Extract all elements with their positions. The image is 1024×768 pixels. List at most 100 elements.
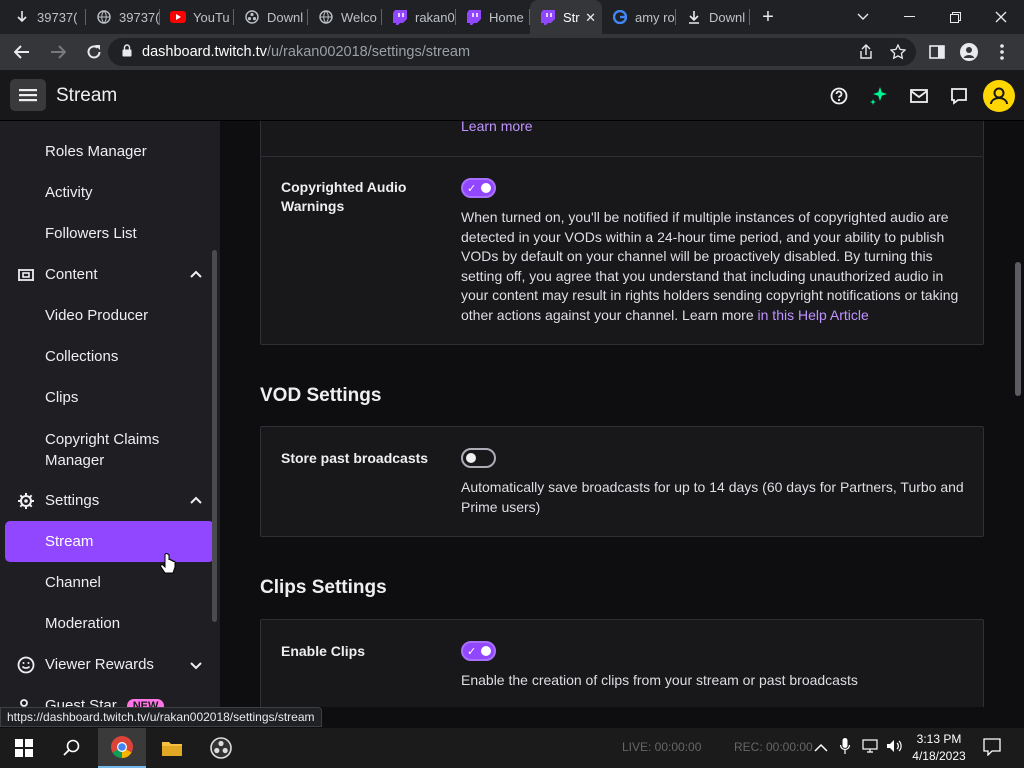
main-scrollbar[interactable] bbox=[1015, 262, 1021, 396]
browser-menu-icon[interactable] bbox=[986, 34, 1018, 70]
sidebar-item-roles-manager[interactable]: Roles Manager bbox=[5, 131, 214, 172]
hamburger-menu-button[interactable] bbox=[10, 79, 46, 111]
show-hidden-icons-icon[interactable] bbox=[814, 740, 828, 758]
sparkle-icon[interactable] bbox=[866, 83, 892, 109]
sidebar-item-video-producer[interactable]: Video Producer bbox=[5, 295, 214, 336]
browser-tab-active[interactable]: Str ✕ bbox=[530, 0, 602, 34]
lock-icon bbox=[122, 43, 132, 61]
browser-tab[interactable]: Welco bbox=[308, 0, 382, 34]
new-tab-button[interactable]: + bbox=[750, 0, 786, 34]
sidebar-item-label: Activity bbox=[45, 184, 93, 201]
browser-tab[interactable]: rakan0 bbox=[382, 0, 456, 34]
sidebar-item-stream[interactable]: Stream bbox=[5, 521, 214, 562]
sidebar-section-viewer-rewards[interactable]: Viewer Rewards bbox=[5, 644, 214, 685]
reload-button[interactable] bbox=[78, 36, 110, 68]
sidebar-item-copyright-claims-manager[interactable]: Copyright Claims Manager bbox=[5, 425, 165, 475]
chrome-taskbar-icon[interactable] bbox=[98, 728, 146, 768]
clips-settings-heading: Clips Settings bbox=[260, 577, 387, 598]
notification-center-icon[interactable] bbox=[983, 738, 1001, 761]
tab-label: Downl bbox=[709, 9, 746, 25]
settings-main: Learn more Copyrighted Audio Warnings ✓ … bbox=[220, 121, 1024, 707]
address-bar[interactable]: dashboard.twitch.tv/u/rakan002018/settin… bbox=[108, 38, 916, 66]
learn-more-link[interactable]: Learn more bbox=[461, 121, 533, 134]
setting-description: Automatically save broadcasts for up to … bbox=[461, 479, 964, 515]
minimize-button[interactable] bbox=[886, 0, 932, 34]
settings-card-enable-clips: Enable Clips ✓ Enable the creation of cl… bbox=[260, 619, 984, 707]
google-icon bbox=[612, 9, 628, 25]
check-icon: ✓ bbox=[467, 183, 477, 195]
search-icon[interactable] bbox=[48, 728, 96, 768]
sidebar-item-clips[interactable]: Clips bbox=[5, 377, 214, 418]
sidebar-item-moderation[interactable]: Moderation bbox=[5, 603, 214, 644]
sidebar-item-label: Stream bbox=[45, 533, 94, 550]
inbox-icon[interactable] bbox=[906, 83, 932, 109]
browser-tab[interactable]: Downl bbox=[234, 0, 308, 34]
setting-label: Store past broadcasts bbox=[281, 450, 429, 466]
tab-label: Downl bbox=[267, 9, 304, 25]
sidebar-section-label: Viewer Rewards bbox=[45, 656, 154, 673]
volume-icon[interactable] bbox=[886, 739, 904, 758]
clock-time: 3:13 PM bbox=[916, 732, 962, 746]
file-explorer-icon[interactable] bbox=[148, 728, 196, 768]
toggle-knob bbox=[466, 453, 476, 463]
globe-icon bbox=[318, 9, 334, 25]
profile-icon[interactable] bbox=[953, 34, 985, 70]
browser-tab[interactable]: 39737( bbox=[86, 0, 160, 34]
sidebar-item-collections[interactable]: Collections bbox=[5, 336, 214, 377]
microphone-icon[interactable] bbox=[839, 738, 851, 759]
tab-label: 39737( bbox=[37, 9, 77, 25]
sidebar-item-channel[interactable]: Channel bbox=[5, 562, 214, 603]
sidebar-section-label: Guest Star bbox=[45, 697, 117, 707]
download-arrow-icon bbox=[14, 9, 30, 25]
obs-live-status: LIVE: 00:00:00 bbox=[622, 740, 702, 754]
store-past-broadcasts-toggle[interactable] bbox=[461, 448, 496, 468]
taskbar-clock[interactable]: 3:13 PM 4/18/2023 bbox=[908, 731, 970, 765]
sidebar-item-label: Channel bbox=[45, 574, 101, 591]
help-icon[interactable] bbox=[826, 83, 852, 109]
close-tab-icon[interactable]: ✕ bbox=[585, 10, 596, 26]
youtube-icon bbox=[170, 9, 186, 25]
tab-label: Str bbox=[563, 9, 580, 25]
back-button[interactable] bbox=[6, 36, 38, 68]
browser-tab[interactable]: Home bbox=[456, 0, 530, 34]
sidebar-section-settings[interactable]: Settings bbox=[5, 480, 214, 521]
twitch-icon bbox=[392, 9, 408, 25]
link-status-bar: https://dashboard.twitch.tv/u/rakan00201… bbox=[0, 707, 322, 727]
sidebar-section-content[interactable]: Content bbox=[5, 254, 214, 295]
twitch-icon bbox=[540, 9, 556, 25]
enable-clips-toggle[interactable]: ✓ bbox=[461, 641, 496, 661]
forward-button[interactable] bbox=[42, 36, 74, 68]
browser-tab[interactable]: YouTu bbox=[160, 0, 234, 34]
clock-date: 4/18/2023 bbox=[912, 749, 966, 763]
sidebar-item-activity[interactable]: Activity bbox=[5, 172, 214, 213]
sidebar-item-label: Video Producer bbox=[45, 307, 149, 324]
bookmark-star-icon[interactable] bbox=[882, 34, 914, 70]
settings-card-store-past-broadcasts: Store past broadcasts Automatically save… bbox=[260, 426, 984, 537]
obs-taskbar-icon[interactable] bbox=[197, 728, 245, 768]
sidebar-section-label: Settings bbox=[45, 492, 100, 509]
sidebar-section-guest-star[interactable]: Guest Star NEW bbox=[5, 685, 214, 707]
sidebar-item-label: Followers List bbox=[45, 225, 137, 242]
help-article-link[interactable]: in this Help Article bbox=[758, 307, 869, 323]
avatar[interactable] bbox=[983, 80, 1015, 112]
content-icon bbox=[18, 269, 34, 281]
browser-tab[interactable]: Downl bbox=[676, 0, 750, 34]
tab-label: rakan0 bbox=[415, 9, 455, 25]
tab-label: Welco bbox=[341, 9, 377, 25]
restore-button[interactable] bbox=[932, 0, 978, 34]
sidebar-scrollbar[interactable] bbox=[212, 250, 217, 622]
copyrighted-audio-toggle[interactable]: ✓ bbox=[461, 178, 496, 198]
browser-tab[interactable]: 39737( bbox=[0, 0, 86, 34]
close-window-button[interactable] bbox=[978, 0, 1024, 34]
chevron-down-icon bbox=[190, 662, 202, 670]
browser-tab[interactable]: amy ro bbox=[602, 0, 676, 34]
sidebar-item-followers-list[interactable]: Followers List bbox=[5, 213, 214, 254]
setting-label: Enable Clips bbox=[281, 643, 366, 659]
tab-search-icon[interactable] bbox=[840, 0, 886, 34]
sidebar-item-label: Clips bbox=[45, 389, 79, 406]
network-icon[interactable] bbox=[862, 739, 880, 758]
windows-start-icon[interactable] bbox=[0, 728, 48, 768]
whispers-icon[interactable] bbox=[946, 83, 972, 109]
share-icon[interactable] bbox=[850, 34, 882, 70]
side-panel-icon[interactable] bbox=[921, 34, 953, 70]
